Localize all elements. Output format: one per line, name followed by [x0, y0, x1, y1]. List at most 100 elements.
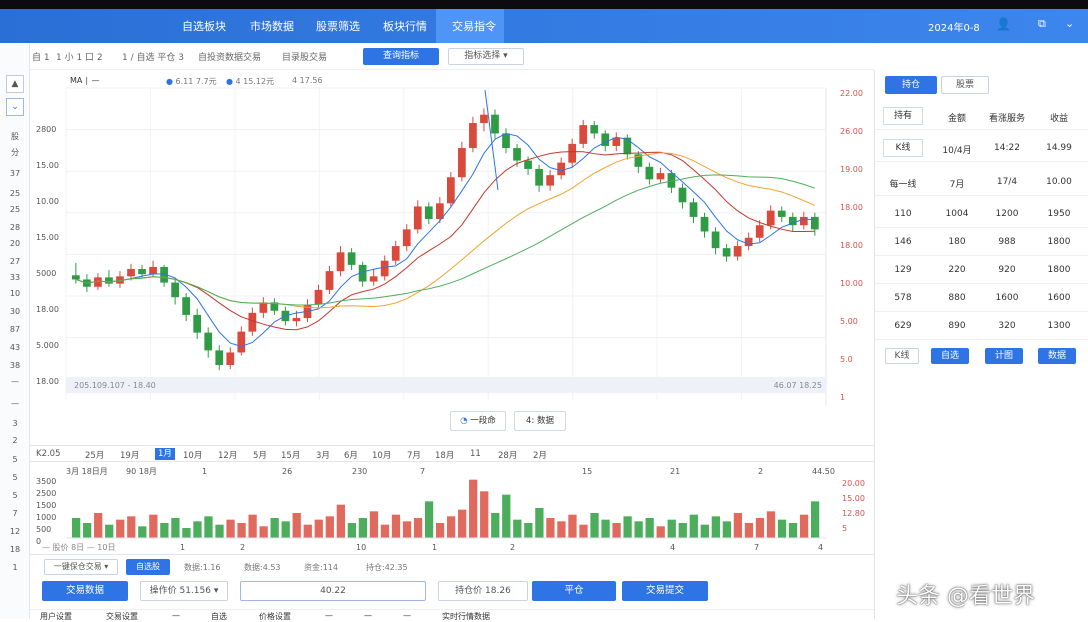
- footer-item[interactable]: 交易设置: [106, 611, 138, 622]
- volume-bar: [435, 523, 445, 538]
- volume-bar: [645, 518, 654, 538]
- footer-item[interactable]: 用户设置: [40, 611, 72, 622]
- volume-bar: [458, 509, 467, 538]
- tab-stocks[interactable]: 股票: [941, 76, 989, 94]
- left-label: 38: [9, 361, 21, 370]
- period-option[interactable]: 1月: [155, 448, 175, 460]
- period-option[interactable]: 12月: [218, 449, 237, 461]
- period-selector: K2.05 25月 19月 1月 10月 12月 5月 15月 3月 6月 10月 7月 18月 11 28…: [30, 445, 874, 462]
- price-chart[interactable]: 205.109.107 - 18.40 46.07 18.25 2800 15.00 1…: [30, 70, 874, 445]
- table-row[interactable]: 每一线 7月 17/4 10.00: [875, 168, 1088, 196]
- chevron-down-icon[interactable]: ⌄: [1065, 17, 1074, 30]
- nav-item-watchlist[interactable]: 自选板块: [182, 18, 226, 34]
- volume-chart[interactable]: 3月 18日月 90 18月 1 26 230 7 15 21 2 44.50 3500 2500 15…: [30, 462, 874, 554]
- period-option[interactable]: 7月: [407, 449, 421, 461]
- volume-bottom-tick: 4: [818, 543, 823, 552]
- candle-body: [469, 123, 477, 149]
- price-select[interactable]: 操作价 51.156 ▾: [140, 581, 228, 601]
- trade-data-button[interactable]: 交易数据: [42, 581, 128, 601]
- chart-toolbar: 自 1 1 小 1 口 2 1 / 自选 平仓 3 自投资数据交易 目录股交易 …: [30, 43, 874, 70]
- footer-item[interactable]: 实时行情数据: [442, 611, 490, 622]
- volume-marker: 90 18月: [126, 467, 157, 476]
- period-option[interactable]: 28月: [498, 449, 517, 461]
- submit-trade-button[interactable]: 交易提交: [622, 581, 708, 601]
- crumb-3[interactable]: 1 / 自选 平仓 3: [122, 50, 184, 63]
- nav-item-market-data[interactable]: 市场数据: [250, 18, 294, 34]
- volume-chart-svg[interactable]: 3月 18日月 90 18月 1 26 230 7 15 21 2 44.503500250015…: [30, 462, 874, 554]
- period-option[interactable]: 15月: [281, 449, 300, 461]
- left-axis-tick: 2800: [36, 125, 56, 134]
- candle-body: [777, 210, 786, 217]
- kline-button[interactable]: K线: [885, 348, 919, 364]
- footer-item[interactable]: 价格设置: [259, 611, 291, 622]
- candlestick-chart-svg[interactable]: 205.109.107 - 18.40 46.07 18.25280015.001…: [30, 70, 874, 445]
- right-axis-tick: 5.00: [840, 317, 858, 326]
- watchlist-tag[interactable]: 自选股: [126, 559, 170, 575]
- chart-button[interactable]: 计图: [985, 348, 1023, 364]
- period-option[interactable]: 11: [470, 449, 481, 459]
- triangle-up-icon[interactable]: ▲: [6, 75, 24, 93]
- period-option[interactable]: 2月: [533, 449, 547, 461]
- left-axis-tick: 5.000: [36, 341, 59, 350]
- table-cell: 578: [894, 293, 912, 303]
- position-select[interactable]: 一键保仓交易 ▾: [44, 559, 118, 575]
- period-option[interactable]: 25月: [85, 449, 104, 461]
- period-option[interactable]: K2.05: [36, 449, 61, 459]
- table-row[interactable]: K线 10/4月 14:22 14.99: [875, 134, 1088, 162]
- table-row[interactable]: 146 180 988 1800: [875, 228, 1088, 256]
- crumb-5[interactable]: 目录股交易: [282, 50, 327, 63]
- volume-bar: [579, 524, 588, 538]
- nav-item-trade-orders[interactable]: 交易指令: [452, 18, 496, 34]
- table-row[interactable]: 578 880 1600 1600: [875, 284, 1088, 312]
- volume-bottom-tick: 2: [510, 543, 515, 552]
- section-button-2[interactable]: 4: 数据: [514, 411, 566, 431]
- table-row[interactable]: 129 220 920 1800: [875, 256, 1088, 284]
- crumb-2[interactable]: 1 小 1 口 2: [56, 50, 103, 63]
- nav-item-stock-screener[interactable]: 股票筛选: [316, 18, 360, 34]
- candle-body: [480, 114, 488, 124]
- data-button[interactable]: 数据: [1038, 348, 1076, 364]
- indicator-dropdown[interactable]: 指标选择 ▾: [448, 48, 524, 65]
- period-option[interactable]: 10月: [183, 449, 202, 461]
- table-header[interactable]: 持有 金额 看涨服务 收益: [875, 102, 1088, 130]
- period-option[interactable]: 10月: [372, 449, 391, 461]
- trade-panel: 一键保仓交易 ▾ 自选股 数据:1.16 数据:4.53 资金:114 持仓:4…: [30, 554, 874, 622]
- nav-item-sector-quotes[interactable]: 板块行情: [383, 18, 427, 34]
- spike-line: [484, 89, 499, 191]
- section-button-1[interactable]: ◔ 一段命: [450, 411, 506, 431]
- volume-bar: [391, 514, 401, 538]
- crumb-1[interactable]: 自 1: [32, 50, 50, 63]
- period-option[interactable]: 6月: [344, 449, 358, 461]
- share-icon[interactable]: ⧉: [1038, 17, 1046, 31]
- period-option[interactable]: 18月: [435, 449, 454, 461]
- period-option[interactable]: 5月: [253, 449, 267, 461]
- table-cell: 金额: [947, 114, 966, 124]
- close-position-button[interactable]: 平仓: [532, 581, 616, 601]
- volume-bar: [270, 518, 279, 538]
- left-axis-tick: 15.00: [36, 161, 59, 170]
- candle-body: [568, 143, 577, 163]
- volume-bar: [94, 513, 103, 538]
- price-input[interactable]: 持仓价 18.26: [438, 581, 528, 601]
- candle-body: [557, 162, 566, 176]
- left-label: 1: [12, 563, 18, 572]
- watchlist-button[interactable]: 自选: [931, 348, 969, 364]
- volume-bar: [535, 508, 544, 538]
- chevron-down-icon[interactable]: ⌄: [6, 98, 24, 116]
- table-row[interactable]: 110 1004 1200 1950: [875, 200, 1088, 228]
- left-label: 7: [12, 509, 18, 518]
- tab-holdings[interactable]: 持仓: [885, 76, 937, 94]
- volume-bar: [358, 518, 368, 538]
- period-option[interactable]: 3月: [316, 449, 330, 461]
- query-indicator-button[interactable]: 查询指标: [363, 48, 439, 65]
- amount-input[interactable]: 40.22: [240, 581, 426, 601]
- footer-item[interactable]: 自选: [211, 611, 227, 622]
- period-option[interactable]: 19月: [120, 449, 139, 461]
- user-icon[interactable]: 👤: [996, 17, 1011, 31]
- crumb-4[interactable]: 自投资数据交易: [198, 50, 261, 63]
- candle-body: [645, 166, 654, 180]
- volume-top-tick: 26: [282, 467, 292, 476]
- volume-bar: [744, 523, 754, 538]
- table-row[interactable]: 629 890 320 1300: [875, 312, 1088, 340]
- info-right-text: 46.07 18.25: [774, 381, 822, 390]
